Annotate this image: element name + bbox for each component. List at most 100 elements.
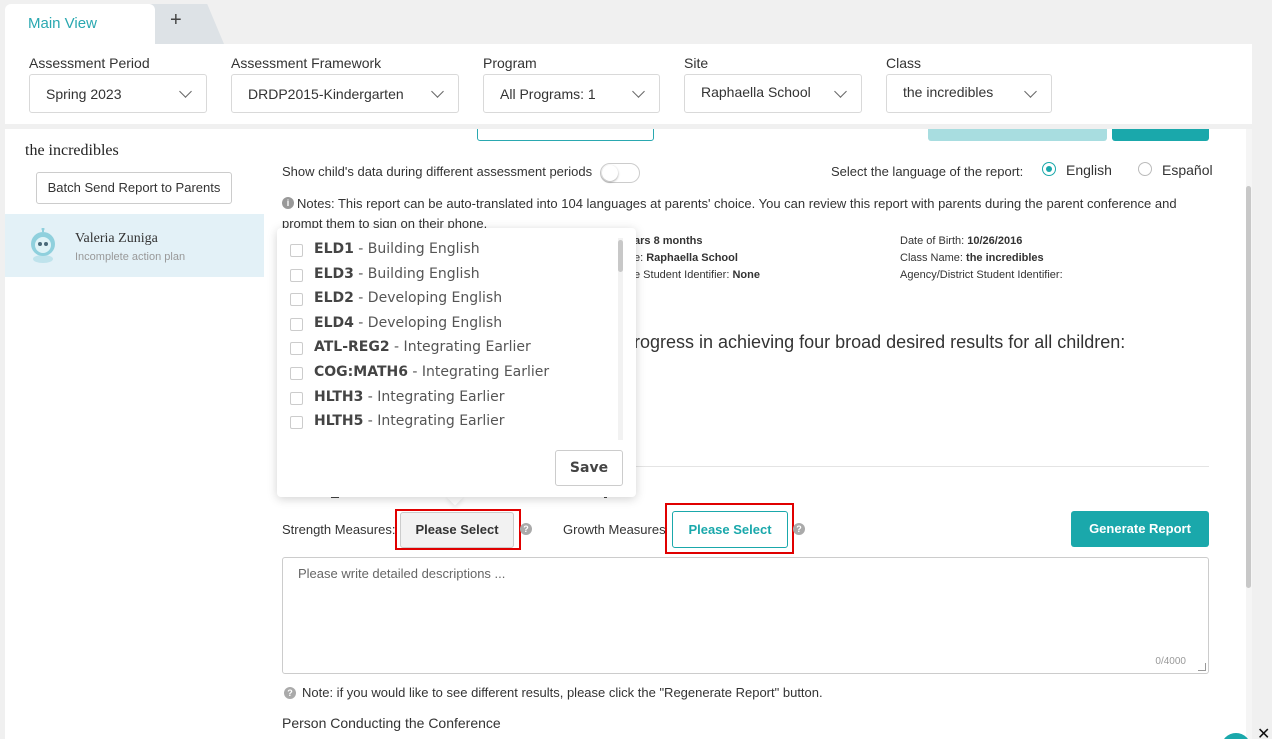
option-description: - Building English <box>353 241 480 257</box>
dob-label: Date of Birth: <box>900 235 968 247</box>
option-description: - Developing English <box>353 315 503 331</box>
plus-icon: + <box>170 9 182 31</box>
strength-measures-label: Strength Measures: <box>282 522 396 537</box>
measure-option[interactable]: ELD2 - Developing English <box>290 289 610 309</box>
option-code: ELD1 <box>314 241 354 257</box>
site-label: Site <box>684 55 709 71</box>
espanol-radio[interactable] <box>1138 162 1152 176</box>
option-code: ATL-REG2 <box>314 339 390 355</box>
help-icon: ? <box>284 687 296 699</box>
espanol-label: Español <box>1162 162 1213 178</box>
option-description: - Integrating Earlier <box>389 339 531 355</box>
checkbox[interactable] <box>290 293 303 306</box>
measure-option[interactable]: HLTH5 - Integrating Earlier <box>290 412 610 432</box>
help-icon[interactable]: ? <box>520 523 532 535</box>
checkbox[interactable] <box>290 244 303 257</box>
child-name: Valeria Zuniga <box>75 231 158 246</box>
agency-id-info: Agency/District Student Identifier: <box>900 269 1063 281</box>
assessment-framework-select[interactable]: DRDP2015-Kindergarten <box>231 74 459 113</box>
option-code: HLTH5 <box>314 413 364 429</box>
site-filter: Site Raphaella School <box>684 54 862 113</box>
top-action-button[interactable] <box>1112 129 1209 141</box>
option-code: HLTH3 <box>314 389 364 405</box>
english-label: English <box>1066 162 1112 178</box>
option-code: ELD2 <box>314 290 354 306</box>
character-count: 0/4000 <box>1155 656 1186 667</box>
assessment-framework-value: DRDP2015-Kindergarten <box>248 86 404 102</box>
generate-report-button[interactable]: Generate Report <box>1071 511 1209 547</box>
assessment-period-filter: Assessment Period Spring 2023 <box>29 54 207 113</box>
highlight-box-strength <box>395 509 521 550</box>
description-textarea[interactable]: Please write detailed descriptions ... 0… <box>282 557 1209 674</box>
measure-option[interactable]: ELD3 - Building English <box>290 265 610 285</box>
assessment-period-select[interactable]: Spring 2023 <box>29 74 207 113</box>
chevron-down-icon <box>179 85 192 98</box>
person-conducting-label: Person Conducting the Conference <box>282 715 501 731</box>
assessment-period-value: Spring 2023 <box>46 86 122 102</box>
chevron-down-icon <box>1024 85 1037 98</box>
measure-option[interactable]: COG:MATH6 - Integrating Earlier <box>290 363 610 383</box>
dob-value: 10/26/2016 <box>967 235 1023 247</box>
option-description: - Integrating Earlier <box>407 364 550 380</box>
site-info-value: Raphaella School <box>646 252 738 264</box>
chevron-down-icon <box>834 85 847 98</box>
program-value: All Programs: 1 <box>500 86 596 102</box>
child-list-item[interactable]: Valeria Zuniga Incomplete action plan <box>5 214 264 277</box>
tab-bar: + Main View <box>0 0 1272 44</box>
class-name-label: Class Name: <box>900 252 967 264</box>
class-label: Class <box>886 55 922 71</box>
assessment-framework-filter: Assessment Framework DRDP2015-Kindergart… <box>231 54 459 113</box>
program-select[interactable]: All Programs: 1 <box>483 74 660 113</box>
help-icon[interactable]: ? <box>793 523 805 535</box>
age-value: ars 8 months <box>634 235 703 247</box>
program-label: Program <box>483 55 537 71</box>
option-code: ELD4 <box>314 315 354 331</box>
class-name-info: Class Name: the incredibles <box>900 252 1044 264</box>
page-scrollbar-thumb[interactable] <box>1246 186 1251 588</box>
top-disabled-button[interactable] <box>928 129 1107 141</box>
close-icon[interactable]: ✕ <box>1257 724 1270 739</box>
chevron-down-icon <box>632 85 645 98</box>
measure-option[interactable]: ELD1 - Building English <box>290 240 610 260</box>
show-data-label: Show child's data during different asses… <box>282 164 593 179</box>
class-value: the incredibles <box>903 84 994 100</box>
english-radio[interactable] <box>1042 162 1056 176</box>
batch-send-report-button[interactable]: Batch Send Report to Parents <box>36 172 232 204</box>
tab-main-view[interactable]: Main View <box>5 4 155 44</box>
option-description: - Building English <box>353 266 480 282</box>
class-title: the incredibles <box>25 142 119 159</box>
growth-measures-label: Growth Measures <box>563 522 666 537</box>
dob-info: Date of Birth: 10/26/2016 <box>900 235 1022 247</box>
class-filter: Class the incredibles <box>886 54 1052 113</box>
site-value: Raphaella School <box>701 84 811 100</box>
assessment-framework-label: Assessment Framework <box>231 55 382 71</box>
site-select[interactable]: Raphaella School <box>684 74 862 113</box>
dropdown-scrollbar-thumb[interactable] <box>618 240 623 272</box>
resize-handle-icon[interactable] <box>1198 663 1206 671</box>
checkbox[interactable] <box>290 318 303 331</box>
checkbox[interactable] <box>290 416 303 429</box>
top-outline-button[interactable] <box>477 129 654 141</box>
progress-heading: rogress in achieving four broad desired … <box>634 332 1126 352</box>
option-description: - Developing English <box>353 290 503 306</box>
program-filter: Program All Programs: 1 <box>483 54 660 113</box>
option-description: - Integrating Earlier <box>363 413 505 429</box>
save-button[interactable]: Save <box>555 450 623 486</box>
agency-id-label: Agency/District Student Identifier: <box>900 269 1063 281</box>
checkbox[interactable] <box>290 269 303 282</box>
checkbox[interactable] <box>290 392 303 405</box>
class-name-value: the incredibles <box>966 252 1044 264</box>
show-data-toggle[interactable] <box>600 163 640 183</box>
checkbox[interactable] <box>290 342 303 355</box>
child-status: Incomplete action plan <box>75 251 186 263</box>
measure-option[interactable]: ATL-REG2 - Integrating Earlier <box>290 338 610 358</box>
checkbox[interactable] <box>290 367 303 380</box>
textarea-placeholder: Please write detailed descriptions ... <box>298 566 506 581</box>
option-code: COG:MATH6 <box>314 364 408 380</box>
option-description: - Integrating Earlier <box>363 389 505 405</box>
site-info: e: Raphaella School <box>634 252 738 264</box>
class-select[interactable]: the incredibles <box>886 74 1052 113</box>
measure-option[interactable]: HLTH3 - Integrating Earlier <box>290 388 610 408</box>
highlight-box-growth <box>665 503 794 554</box>
measure-option[interactable]: ELD4 - Developing English <box>290 314 610 334</box>
